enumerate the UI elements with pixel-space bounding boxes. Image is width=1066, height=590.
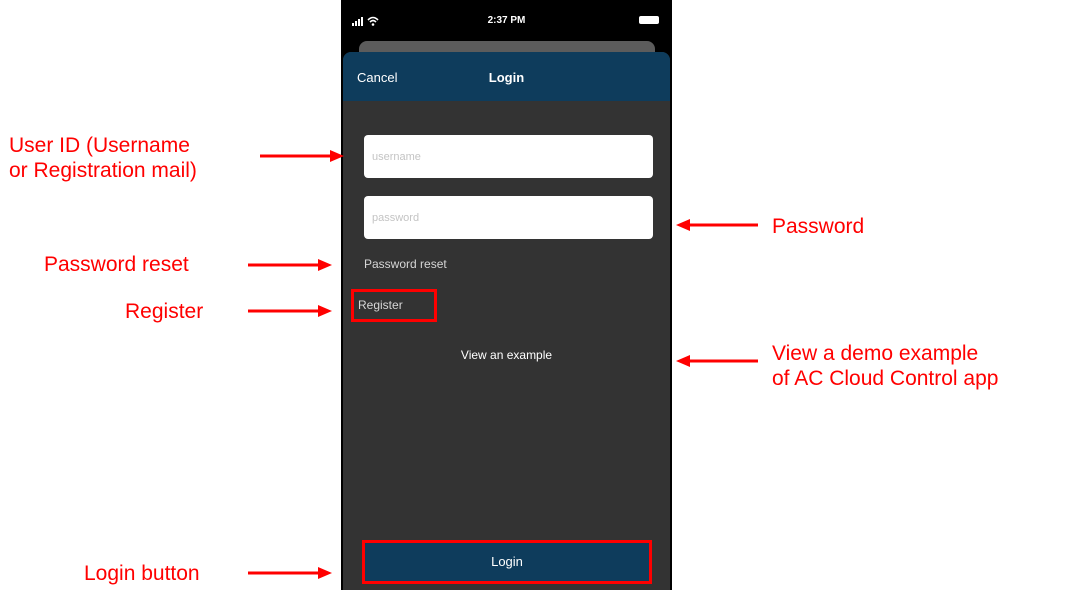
annotation-user-id-line2: or Registration mail) (9, 159, 197, 182)
annotation-register: Register (125, 300, 204, 323)
register-link[interactable]: Register (351, 289, 437, 322)
annotation-view-demo-line2: of AC Cloud Control app (772, 367, 999, 390)
password-input[interactable] (364, 196, 653, 239)
phone-screen: 2:37 PM Cancel Login Password reset Regi… (341, 0, 672, 590)
annotation-login-button: Login button (84, 562, 200, 585)
login-sheet: Cancel Login Password reset Register Vie… (343, 52, 670, 590)
annotation-password: Password (772, 215, 865, 238)
login-button[interactable]: Login (362, 540, 652, 584)
annotation-view-demo: View a demo example of AC Cloud Control … (772, 341, 998, 391)
page-title: Login (488, 70, 525, 85)
password-reset-link[interactable]: Password reset (364, 257, 447, 271)
view-example-link[interactable]: View an example (343, 348, 670, 362)
battery-icon (639, 16, 659, 24)
annotation-user-id-line1: User ID (Username (9, 134, 190, 157)
arrow-right-icon (248, 259, 332, 271)
arrow-right-icon (260, 150, 344, 162)
arrow-left-icon (676, 355, 758, 367)
status-bar: 2:37 PM (341, 0, 672, 30)
nav-bar: Cancel Login (343, 52, 670, 101)
annotation-password-reset: Password reset (44, 253, 189, 276)
annotation-user-id: User ID (Username or Registration mail) (9, 133, 197, 183)
arrow-right-icon (248, 567, 332, 579)
username-input[interactable] (364, 135, 653, 178)
arrow-right-icon (248, 305, 332, 317)
status-time: 2:37 PM (487, 15, 526, 26)
annotation-view-demo-line1: View a demo example (772, 342, 979, 365)
arrow-left-icon (676, 219, 758, 231)
